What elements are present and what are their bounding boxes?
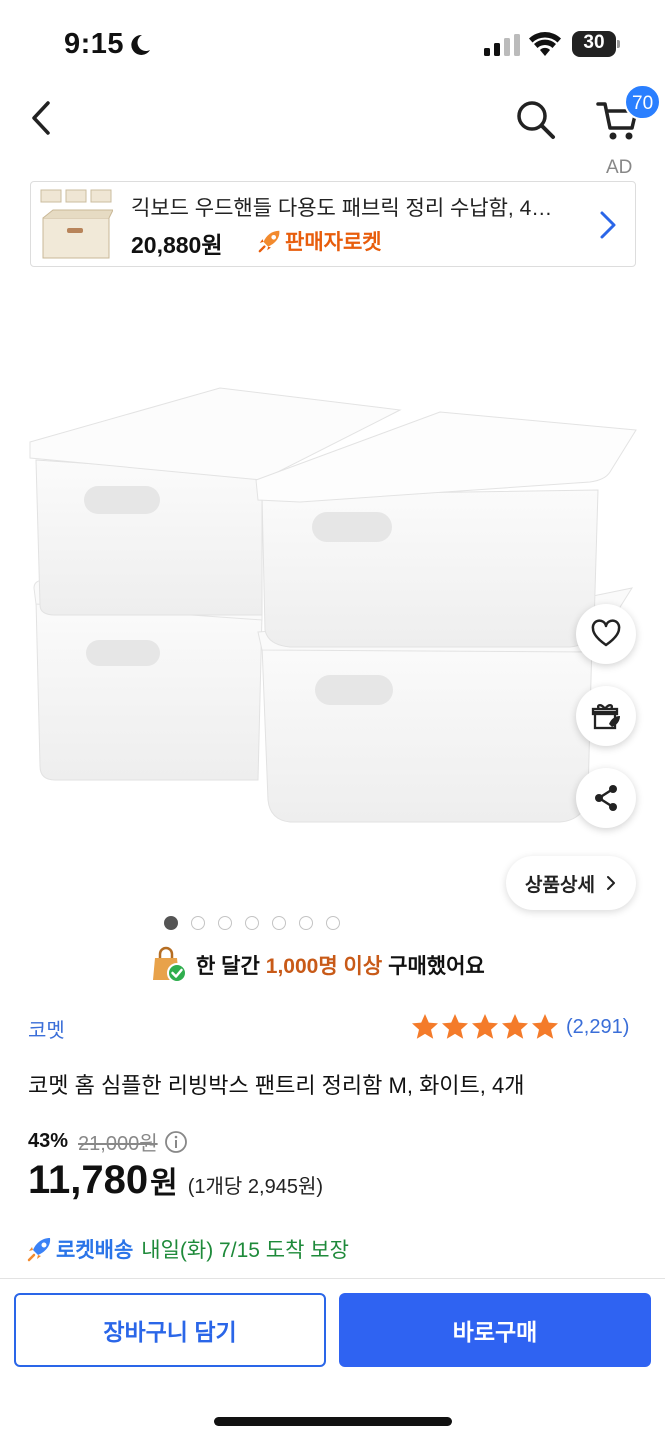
info-icon[interactable] [164,1130,188,1154]
status-bar: 9:15 30 [0,0,665,86]
gallery-dot[interactable] [190,916,205,930]
product-image[interactable] [0,270,665,910]
gift-button[interactable] [576,686,636,746]
moon-icon [131,34,150,55]
ad-seller-rocket-badge: 판매자로켓 [257,226,382,256]
gallery-dot[interactable] [217,916,232,930]
ad-product-thumbnail [40,189,113,259]
star-icon [412,1014,438,1039]
brand-link[interactable]: 코멧 [28,1014,65,1043]
ad-banner[interactable]: 긱보드 우드핸들 다용도 패브릭 정리 수납함, 4… 20,880원 판매자로… [30,181,636,267]
gift-rocket-icon [591,704,620,730]
wishlist-button[interactable] [576,604,636,664]
delivery-type: 로켓배송 [56,1239,134,1262]
delivery-date: 내일(화) 7/15 도착 보장 [141,1239,349,1262]
home-indicator [214,1417,452,1426]
add-to-cart-button[interactable]: 장바구니 담기 [14,1293,326,1367]
product-detail-button[interactable]: 상품상세 [506,856,636,910]
share-icon [595,785,617,811]
sale-price: 11,780 [28,1158,149,1202]
review-count: (2,291) [566,1015,630,1038]
ad-badge-text: 판매자로켓 [285,231,382,254]
gallery-pagination [0,915,665,931]
shopping-bag-check-icon [153,946,187,983]
original-price: 21,000원 [78,1133,158,1155]
star-icon [442,1014,468,1039]
back-arrow-icon[interactable] [26,98,56,138]
purchase-notice: 한 달간 1,000명 이상 구매했어요 [150,946,485,984]
battery-icon: 30 [572,31,620,57]
star-icon [532,1014,558,1039]
status-time: 9:15 [64,28,125,60]
notice-highlight: 1,000명 이상 [265,955,383,978]
cart-count-badge: 70 [624,84,662,120]
heart-icon [591,619,621,647]
gallery-dot[interactable] [163,916,178,930]
rating-stars [410,1012,560,1042]
ad-label: AD [606,157,633,178]
signal-icon [484,34,520,56]
price-currency: 원 [150,1167,178,1200]
delivery-info: 로켓배송 내일(화) 7/15 도착 보장 [26,1234,349,1264]
search-icon[interactable] [514,98,556,140]
product-title: 코멧 홈 심플한 리빙박스 팬트리 정리함 M, 화이트, 4개 [28,1073,525,1098]
rating-summary[interactable]: (2,291) [410,1012,629,1042]
notice-suffix: 구매했어요 [388,955,485,978]
gallery-dot[interactable] [271,916,286,930]
discount-rate: 43% [28,1130,69,1152]
product-detail-label: 상품상세 [525,874,595,896]
notice-prefix: 한 달간 [196,955,260,978]
chevron-right-icon [600,211,616,239]
gallery-dot[interactable] [244,916,259,930]
ad-title: 긱보드 우드핸들 다용도 패브릭 정리 수납함, 4… [131,197,553,220]
share-button[interactable] [576,768,636,828]
ad-price: 20,880원 [131,232,223,258]
star-icon [472,1014,498,1039]
divider [0,1278,665,1279]
battery-level: 30 [583,32,605,53]
discount-row: 43% 21,000원 [28,1127,188,1156]
star-icon [502,1014,528,1039]
wifi-icon [529,32,561,56]
chevron-right-icon [606,876,615,890]
unit-price: (1개당 2,945원) [187,1176,323,1198]
buy-now-button[interactable]: 바로구매 [339,1293,651,1367]
price-row: 11,780 원 (1개당 2,945원) [28,1158,323,1203]
rocket-icon [27,1238,51,1262]
rocket-icon [258,230,280,253]
gallery-dot[interactable] [325,916,340,930]
gallery-dot[interactable] [298,916,313,930]
